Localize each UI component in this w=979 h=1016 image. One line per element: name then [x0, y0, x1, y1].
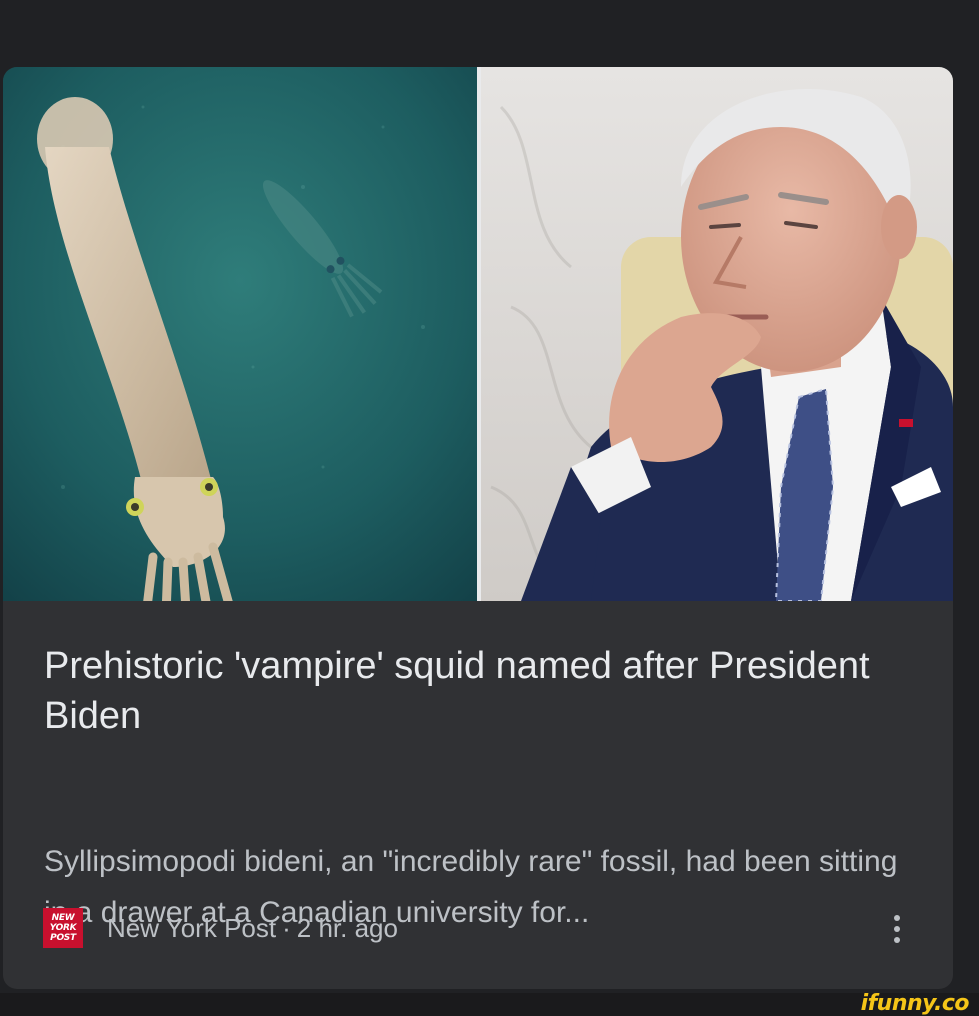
more-dot	[894, 915, 900, 921]
portrait-photo	[481, 67, 953, 601]
article-image[interactable]	[3, 67, 953, 601]
more-dot	[894, 926, 900, 932]
watermark: ifunny.co	[860, 991, 970, 1016]
publisher-logo-line: POST	[50, 933, 76, 943]
article-headline[interactable]: Prehistoric 'vampire' squid named after …	[44, 641, 924, 741]
published-time: 2 hr. ago	[296, 913, 398, 943]
source-row: NEW YORK POST New York Post · 2 hr. ago	[43, 906, 398, 950]
meta-separator: ·	[282, 913, 291, 943]
publisher-logo-line: YORK	[49, 923, 77, 933]
page: Prehistoric 'vampire' squid named after …	[0, 0, 979, 1016]
news-card[interactable]: Prehistoric 'vampire' squid named after …	[3, 67, 953, 989]
more-dot	[894, 937, 900, 943]
squid-photo	[3, 67, 477, 601]
publisher-name: New York Post	[107, 913, 277, 943]
more-vert-icon[interactable]	[885, 909, 909, 949]
source-meta: New York Post · 2 hr. ago	[107, 912, 398, 944]
publisher-logo: NEW YORK POST	[43, 908, 83, 948]
bottom-strip	[0, 993, 979, 1016]
publisher-logo-line: NEW	[51, 913, 75, 923]
